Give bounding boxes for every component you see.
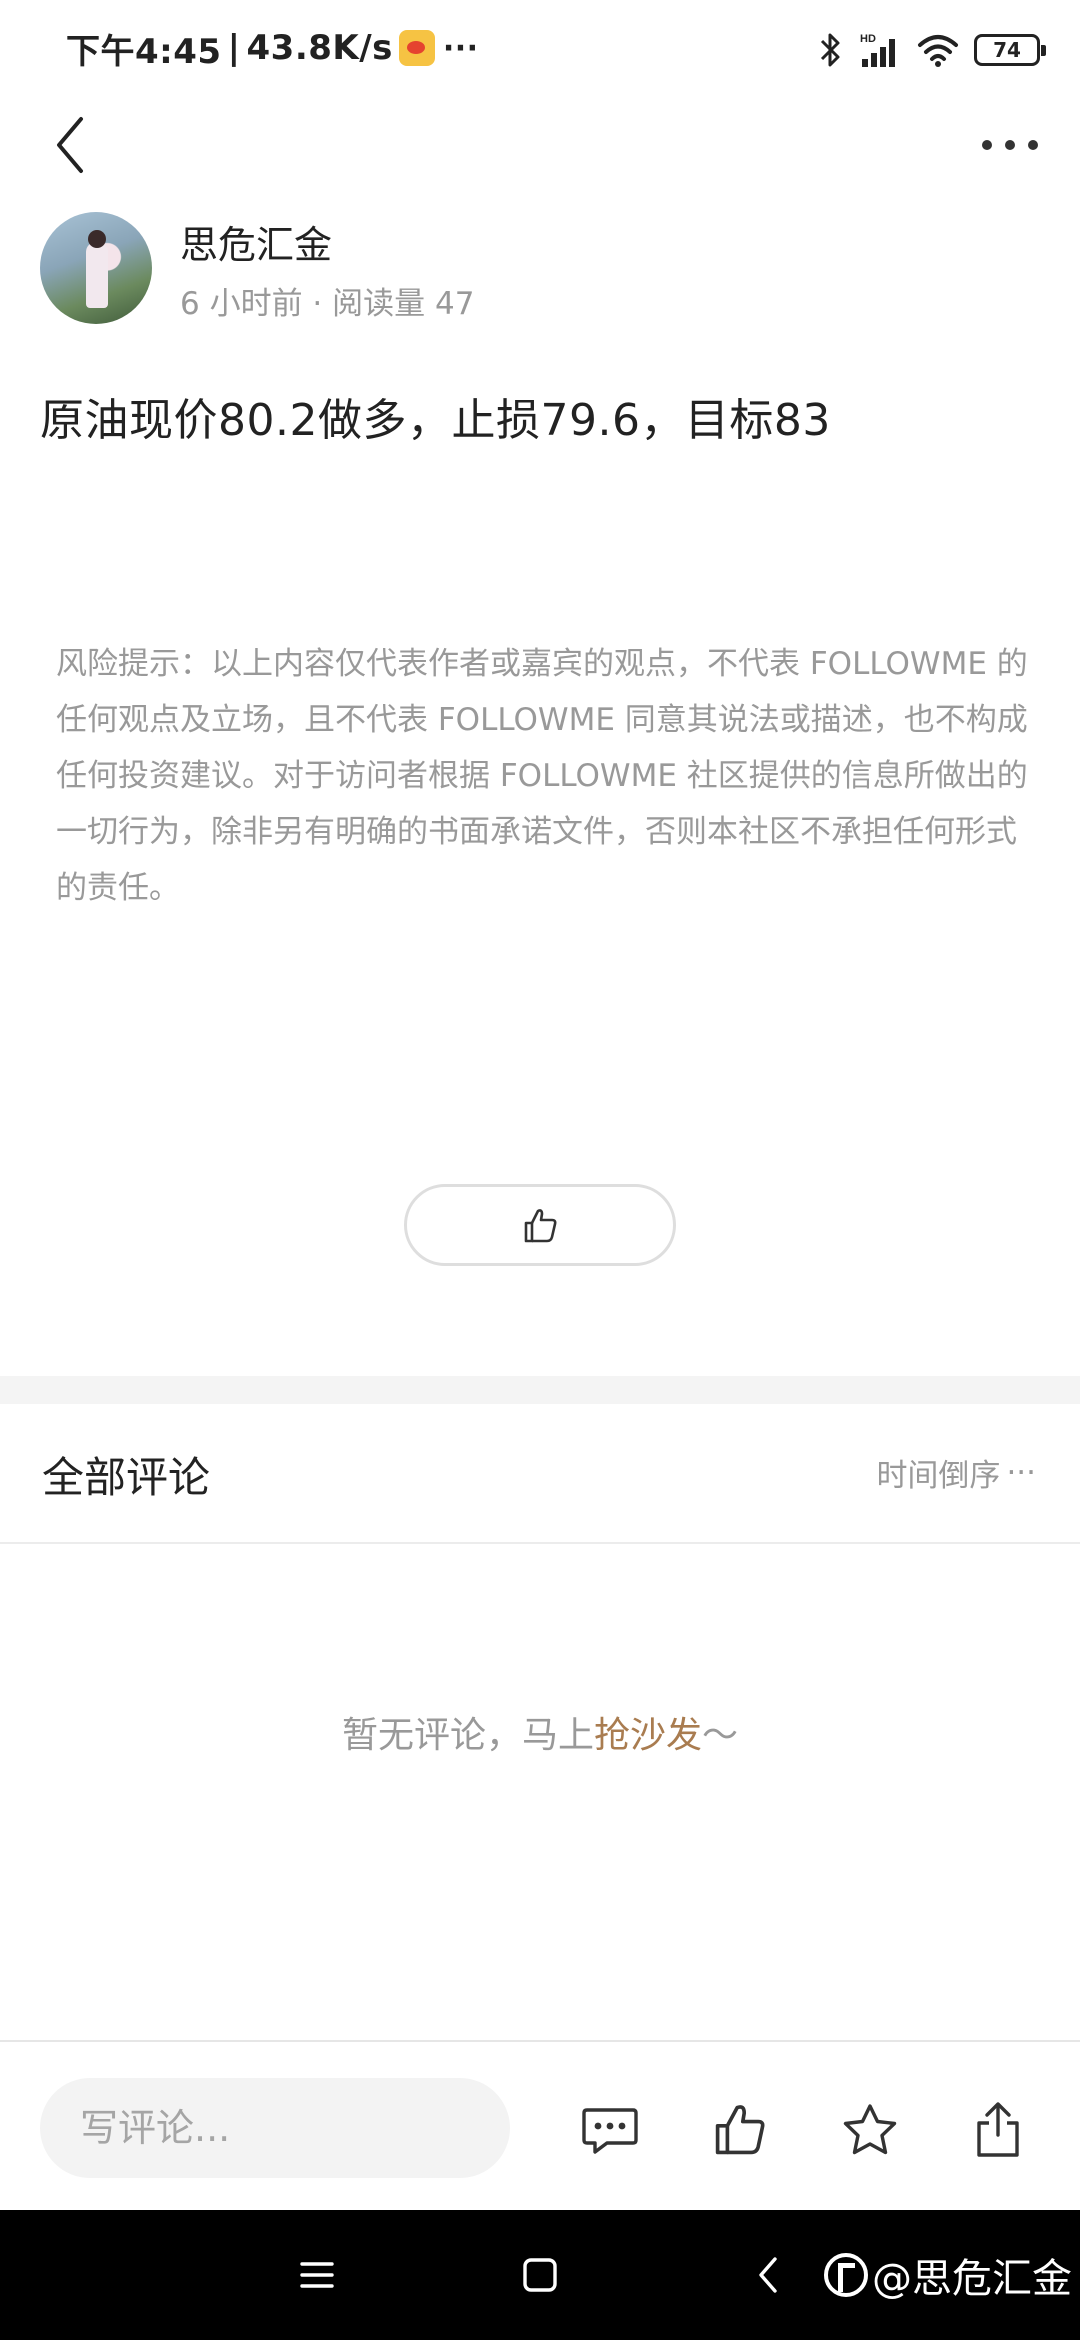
sort-label: 时间倒序: [876, 1458, 1001, 1494]
chevron-left-icon: [759, 2257, 777, 2293]
status-left: 下午4:45 | 43.8K/s ···: [66, 26, 479, 72]
followme-logo-icon: [824, 2253, 868, 2297]
chevron-left-icon: [57, 117, 83, 173]
like-button[interactable]: [700, 2090, 780, 2170]
post-meta: 6 小时前 · 阅读量 47: [180, 286, 475, 322]
like-post-button[interactable]: [404, 1184, 676, 1266]
system-navigation-bar: @思危汇金: [0, 2210, 1080, 2340]
comment-sort-control[interactable]: 时间倒序 ···: [876, 1450, 1036, 1495]
avatar-head: [88, 230, 106, 248]
system-back-button[interactable]: [733, 2240, 803, 2310]
battery-indicator: 74: [974, 34, 1046, 66]
share-icon: [977, 2102, 1019, 2157]
star-icon: [843, 2104, 897, 2155]
wifi-icon: [918, 35, 958, 67]
recent-apps-button[interactable]: [282, 2240, 352, 2310]
status-separator: |: [227, 28, 241, 68]
status-bar: 下午4:45 | 43.8K/s ··· HD 74: [0, 0, 1080, 96]
section-divider: [0, 1376, 1080, 1404]
back-button[interactable]: [40, 110, 100, 180]
comment-input[interactable]: [40, 2078, 510, 2178]
svg-text:HD: HD: [860, 33, 876, 45]
comments-title: 全部评论: [42, 1453, 211, 1502]
hd-signal-icon: HD: [860, 33, 895, 67]
home-button[interactable]: [505, 2240, 575, 2310]
sort-more-icon: ···: [1006, 1454, 1036, 1491]
empty-comments-message: 暂无评论，马上抢沙发～: [0, 1706, 1080, 1758]
bottom-bar-divider: [0, 2040, 1080, 2042]
more-horizontal-icon: [982, 140, 1038, 150]
status-overflow: ···: [442, 30, 479, 66]
battery-level: 74: [993, 38, 1021, 62]
author-name[interactable]: 思危汇金: [180, 214, 332, 269]
more-options-button[interactable]: [970, 115, 1050, 175]
empty-suffix: ～: [702, 1715, 739, 1756]
share-button[interactable]: [958, 2090, 1038, 2170]
comments-header-divider: [0, 1542, 1080, 1544]
avatar-figure: [86, 242, 108, 308]
comment-bubble-icon: [582, 2108, 638, 2154]
watermark: @思危汇金: [824, 2246, 1072, 2304]
post-content: 原油现价80.2做多，止损79.6，目标83: [40, 395, 831, 446]
bluetooth-icon: [820, 33, 840, 67]
status-time: 下午4:45: [66, 31, 222, 72]
thumbs-up-icon: [524, 1209, 557, 1243]
network-speed: 43.8K/s: [246, 28, 393, 68]
menu-icon: [300, 2262, 334, 2288]
watermark-text: @思危汇金: [872, 2256, 1072, 2302]
thumbs-up-icon: [715, 2105, 765, 2155]
status-right: HD 74: [818, 28, 1046, 72]
author-avatar[interactable]: [40, 212, 152, 324]
empty-prefix: 暂无评论，马上: [341, 1715, 594, 1756]
square-icon: [523, 2258, 557, 2292]
grab-sofa-link[interactable]: 抢沙发: [594, 1715, 702, 1756]
comments-button[interactable]: [570, 2090, 650, 2170]
risk-disclaimer: 风险提示：以上内容仅代表作者或嘉宾的观点，不代表 FOLLOWME 的任何观点及…: [56, 646, 1028, 906]
favorite-button[interactable]: [830, 2090, 910, 2170]
weibo-icon: [398, 30, 435, 66]
